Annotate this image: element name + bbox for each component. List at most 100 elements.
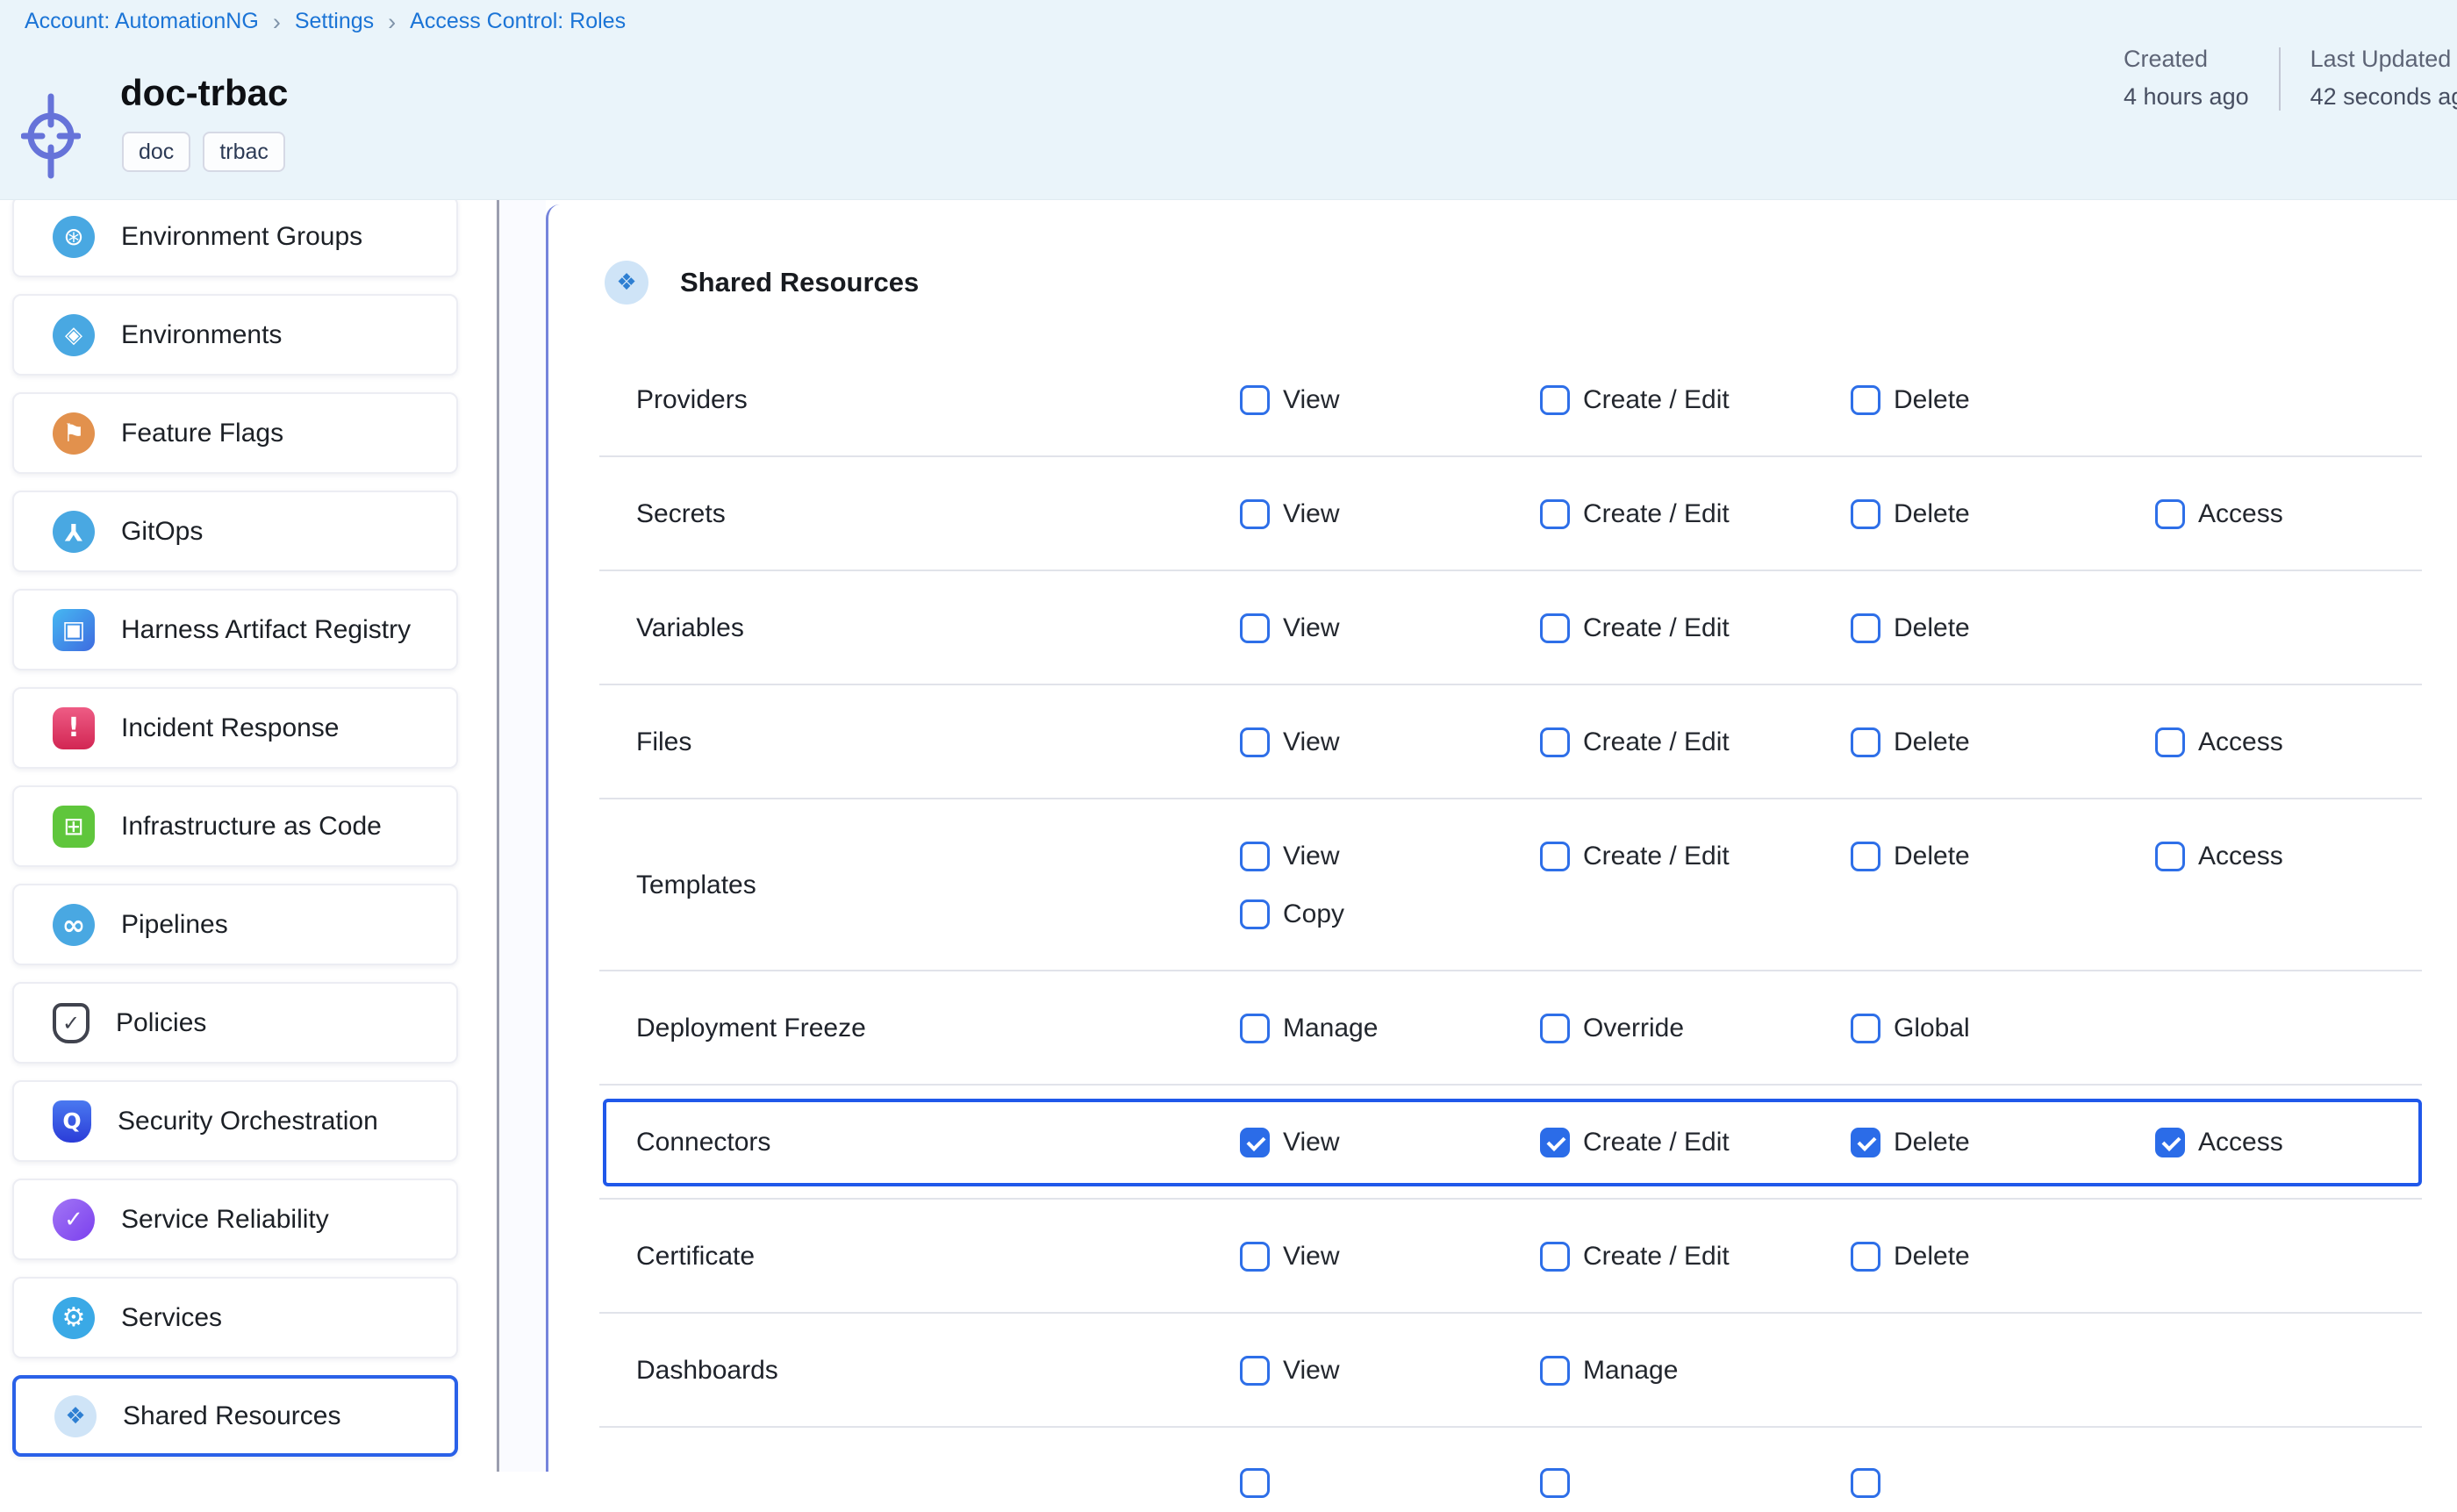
permission-row: Providers View Create / Edit	[548, 343, 2457, 457]
permission: View	[1240, 1242, 1339, 1272]
permission-checkbox[interactable]	[1540, 1356, 1570, 1386]
permission: View	[1240, 1128, 1339, 1157]
permission-checkbox[interactable]	[1540, 499, 1570, 529]
permission-checkbox[interactable]	[1851, 385, 1880, 415]
permission-checkbox[interactable]	[1851, 842, 1880, 871]
permission-checkbox[interactable]	[1851, 613, 1880, 643]
resource-category-icon: ▣	[53, 609, 95, 651]
permission: Create / Edit	[1540, 1128, 1730, 1157]
permission-label: Create / Edit	[1583, 1242, 1730, 1272]
page-title: doc-trbac	[120, 72, 288, 114]
permission-row: Files View Create / Edit	[548, 685, 2457, 799]
permission-checkbox[interactable]	[1540, 842, 1570, 871]
role-meta: Created 4 hours ago Last Updated 42 seco…	[2124, 46, 2457, 111]
sidebar-item[interactable]: ✓ Policies	[12, 982, 458, 1064]
permission-checkbox[interactable]	[1240, 385, 1270, 415]
permission-checkbox[interactable]	[1851, 727, 1880, 757]
permission-checkbox[interactable]	[1851, 1014, 1880, 1043]
permission: Access	[2155, 1128, 2283, 1157]
permission: Delete	[1851, 842, 1970, 871]
resource-category-icon: ⚙	[53, 1297, 95, 1339]
permission-checkbox[interactable]	[1240, 727, 1270, 757]
permission-checkbox[interactable]	[2155, 499, 2185, 529]
permission-checkbox[interactable]	[1240, 1356, 1270, 1386]
breadcrumb-account-link[interactable]: Account: AutomationNG	[25, 9, 259, 34]
section-header: ❖ Shared Resources	[605, 261, 2457, 305]
permission-label: View	[1283, 613, 1339, 643]
role-target-icon	[21, 90, 81, 187]
resource-category-icon: ◈	[53, 314, 95, 356]
sidebar-item[interactable]: ! Incident Response	[12, 687, 458, 769]
sidebar-item[interactable]: ✓ Service Reliability	[12, 1179, 458, 1260]
permission-checkbox[interactable]	[1240, 899, 1270, 929]
permission-checkbox[interactable]	[1240, 613, 1270, 643]
resource-category-icon: Q	[53, 1100, 91, 1143]
breadcrumb-settings-link[interactable]: Settings	[295, 9, 374, 34]
permission-row: Dashboards View Manage	[548, 1314, 2457, 1428]
sidebar-item[interactable]: ◈ Environments	[12, 294, 458, 376]
permission: View	[1240, 385, 1339, 415]
sidebar-item[interactable]: ⊛ Environment Groups	[12, 196, 458, 277]
permission-label: View	[1283, 1242, 1339, 1272]
sidebar-item-label: Shared Resources	[123, 1401, 340, 1431]
permission: View	[1240, 613, 1339, 643]
permission-checkbox[interactable]	[1540, 1242, 1570, 1272]
permission-checkbox[interactable]	[1240, 1468, 1270, 1498]
permission: Delete	[1851, 1242, 1970, 1272]
permission-line: View Create / Edit Delete Access	[548, 1114, 2457, 1172]
permission-checkbox[interactable]	[1240, 1014, 1270, 1043]
sidebar-item[interactable]: ▣ Harness Artifact Registry	[12, 589, 458, 670]
permission-checkbox[interactable]	[2155, 1128, 2185, 1157]
permission-checkbox[interactable]	[1851, 1128, 1880, 1157]
permission: View	[1240, 727, 1339, 757]
permission-checkbox[interactable]	[1240, 1242, 1270, 1272]
created-value: 4 hours ago	[2124, 83, 2249, 111]
permission-label: Create / Edit	[1583, 385, 1730, 415]
permission-checkbox[interactable]	[1240, 1128, 1270, 1157]
sidebar-item[interactable]: Q Security Orchestration	[12, 1080, 458, 1162]
sidebar-item[interactable]: ∞ Pipelines	[12, 884, 458, 965]
permission-label: Create / Edit	[1583, 1128, 1730, 1157]
sidebar-item[interactable]: ⊞ Infrastructure as Code	[12, 785, 458, 867]
permission-checkbox[interactable]	[1540, 1128, 1570, 1157]
permission-row: Variables View Create / Edit	[548, 571, 2457, 685]
permission-checkbox[interactable]	[1240, 842, 1270, 871]
permission-label: Create / Edit	[1583, 499, 1730, 529]
permission-checkbox[interactable]	[1540, 613, 1570, 643]
permission-line: Manage Override Global	[548, 1000, 2457, 1057]
resource-category-icon: ❖	[54, 1395, 97, 1437]
sidebar-item[interactable]: ⚑ Feature Flags	[12, 392, 458, 474]
sidebar-item[interactable]: Y GitOps	[12, 491, 458, 572]
permission: View	[1240, 1356, 1339, 1386]
permission-checkbox[interactable]	[2155, 842, 2185, 871]
breadcrumb-roles-link[interactable]: Access Control: Roles	[410, 9, 626, 34]
permission-checkbox[interactable]	[1851, 1242, 1880, 1272]
permission-checkbox[interactable]	[1851, 499, 1880, 529]
permission-line: View Create / Edit Delete	[548, 371, 2457, 429]
sidebar-item[interactable]: ❖ Shared Resources	[12, 1375, 458, 1457]
permission-label: Manage	[1283, 1014, 1378, 1043]
permission-label: Override	[1583, 1014, 1684, 1043]
sidebar-item-label: Service Reliability	[121, 1205, 329, 1235]
resource-category-icon: ∞	[53, 904, 95, 946]
sidebar-item[interactable]: ⚙ Services	[12, 1277, 458, 1358]
permission-lines: View Create / Edit Delete	[548, 1228, 2457, 1286]
permission-label: Access	[2198, 1128, 2283, 1157]
permission: Access	[2155, 727, 2283, 757]
sidebar-item-label: Security Orchestration	[118, 1107, 378, 1136]
permission-checkbox[interactable]	[1540, 385, 1570, 415]
permission-checkbox[interactable]	[1540, 727, 1570, 757]
resource-category-icon: ⊞	[53, 806, 95, 848]
permission-checkbox[interactable]	[1851, 1468, 1880, 1498]
section-title: Shared Resources	[680, 267, 919, 298]
resource-category-icon: ⚑	[53, 412, 95, 455]
permission-checkbox[interactable]	[1240, 499, 1270, 529]
permission-label: Create / Edit	[1583, 613, 1730, 643]
permission-label: Access	[2198, 842, 2283, 871]
permission-checkbox[interactable]	[1540, 1014, 1570, 1043]
permission: Create / Edit	[1540, 842, 1730, 871]
permission-row: Templates View Create / Edit	[548, 799, 2457, 971]
permission-checkbox[interactable]	[2155, 727, 2185, 757]
permission-lines: View Create / Edit Delete Access	[548, 1114, 2457, 1172]
permission-checkbox[interactable]	[1540, 1468, 1570, 1498]
